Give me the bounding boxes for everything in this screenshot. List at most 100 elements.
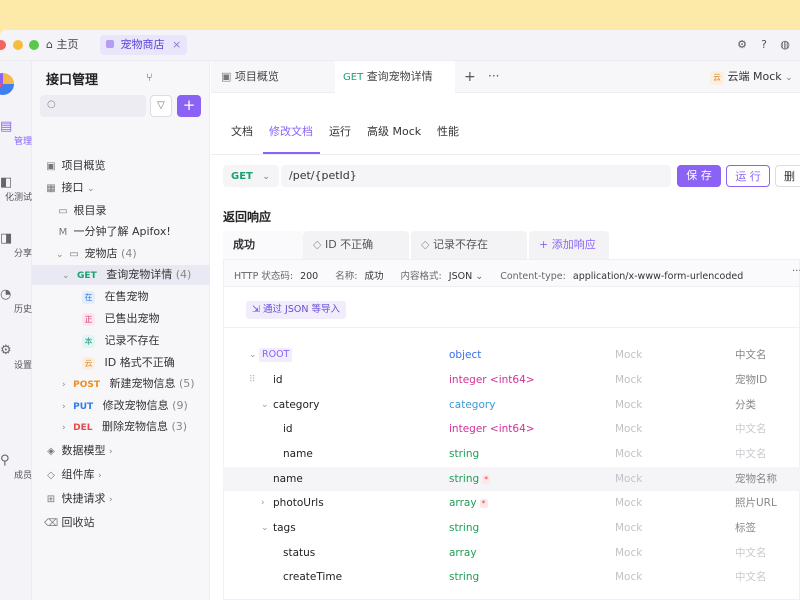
field-mock[interactable]: Mock [615,541,642,565]
field-name[interactable]: id [283,417,293,441]
field-mock[interactable]: Mock [615,343,642,367]
sidebar-item-post-pet[interactable]: › POST 新建宠物信息 (5) [32,374,210,394]
schema-row[interactable]: name string * Mock 宠物名称 [223,467,800,491]
field-type[interactable]: integer <int64> [449,368,535,392]
tab-home[interactable]: ⌂ 主页 [40,35,84,55]
sidebar-item-example-badid[interactable]: 云 ID 格式不正确 [32,353,210,373]
sidebar-item-get-pet[interactable]: ⌄ GET 查询宠物详情 (4) [32,265,210,285]
schema-row[interactable]: name string Mock 中文名 [223,442,800,466]
help-icon[interactable]: ? [757,38,771,52]
content-type-value[interactable]: application/x-www-form-urlencoded [573,271,743,282]
sidebar-item-petstore[interactable]: ⌄ ▭ 宠物店 (4) [32,244,210,264]
settings-icon[interactable]: ⚙ [735,38,749,52]
sidebar-item-apis[interactable]: ▦ 接口 ⌄ [32,178,210,198]
field-name[interactable]: status [283,541,315,565]
field-name[interactable]: createTime [283,565,342,589]
field-mock[interactable]: Mock [615,565,642,589]
field-type-wrap[interactable]: string * [449,467,491,492]
add-response-button[interactable]: + 添加响应 [529,231,609,259]
sidebar-item-example-notfound[interactable]: 本 记录不存在 [32,331,210,351]
schema-row[interactable]: › photoUrls array * Mock 照片URL [223,491,800,515]
field-mock[interactable]: Mock [615,368,642,392]
method-select[interactable]: GET ⌄ [223,165,279,187]
field-name[interactable]: photoUrls [273,491,324,515]
status-code-value[interactable]: 200 [300,271,318,282]
field-type[interactable]: string [449,442,479,466]
field-type[interactable]: category [449,393,495,417]
sidebar-item-delete-pet[interactable]: › DEL 删除宠物信息 (3) [32,417,210,437]
rail-item-testing[interactable]: ◧ 化测试 [0,175,32,203]
close-tab-icon[interactable]: × [172,38,181,51]
tab-overview[interactable]: ▣ 项目概览 [221,61,279,93]
subtab-run[interactable]: 运行 [329,123,351,139]
url-input[interactable]: /pet/{petId} [281,165,671,187]
import-json-button[interactable]: ⇲ 通过 JSON 等导入 [246,301,346,319]
sidebar-item-example-onsale[interactable]: 在 在售宠物 [32,287,210,307]
delete-button[interactable]: 删 [775,165,800,187]
minimize-window-button[interactable] [13,40,23,50]
search-input[interactable]: ○ [40,95,146,117]
response-tab-400[interactable]: ◇ ID 不正确 (400) [303,231,409,279]
field-cn-name[interactable]: 标签 [735,516,756,540]
field-name[interactable]: ROOT [259,348,293,362]
field-type[interactable]: object [449,343,481,367]
field-type[interactable]: integer <int64> [449,417,535,441]
maximize-window-button[interactable] [29,40,39,50]
response-tab-200[interactable]: 成功（200） [223,231,303,279]
field-cn-name[interactable]: 宠物ID [735,368,767,392]
sidebar-item-components[interactable]: ◇ 组件库 › [32,465,210,485]
field-type[interactable]: array [449,497,477,509]
field-type[interactable]: string [449,565,479,589]
sidebar-item-quick-requests[interactable]: ⊞ 快捷请求 › [32,489,210,509]
add-button[interactable]: + [177,95,201,117]
field-cn-name[interactable]: 照片URL [735,491,777,515]
schema-row[interactable]: ⌄ tags string Mock 标签 [223,516,800,540]
schema-row[interactable]: createTime string Mock 中文名 [223,565,800,589]
sidebar-item-trash[interactable]: ⌫ 回收站 [32,513,210,533]
tab-project[interactable]: 宠物商店 × [100,35,188,55]
field-mock[interactable]: Mock [615,467,642,491]
field-cn-name[interactable]: 中文名 [735,565,767,589]
field-type[interactable]: string [449,473,479,485]
field-cn-name[interactable]: 宠物名称 [735,467,777,491]
field-mock[interactable]: Mock [615,516,642,540]
sidebar-item-root[interactable]: ▭ 根目录 [32,201,210,221]
field-name[interactable]: category [273,393,319,417]
response-tab-404[interactable]: ◇ 记录不存在 (404) [411,231,527,279]
field-name[interactable]: name [273,467,303,491]
more-icon[interactable]: ··· [792,266,800,277]
field-cn-name[interactable]: 中文名 [735,541,767,565]
tab-get-pet[interactable]: GET 查询宠物详情 [335,61,455,93]
account-icon[interactable]: ◍ [778,38,792,52]
environment-selector[interactable]: 云 云端 Mock ⌄ [704,66,800,88]
field-type-wrap[interactable]: array * [449,491,488,516]
sidebar-item-example-sold[interactable]: 正 已售出宠物 [32,309,210,329]
subtab-performance[interactable]: 性能 [437,123,459,139]
schema-row[interactable]: ⠿ id integer <int64> Mock 宠物ID [223,368,800,392]
more-tabs-icon[interactable]: ··· [488,69,499,83]
format-value[interactable]: JSON [449,271,472,282]
field-name[interactable]: id [273,368,283,392]
subtab-advanced-mock[interactable]: 高级 Mock [367,123,421,139]
field-name[interactable]: name [283,442,313,466]
rail-item-share[interactable]: ◨ 分享 [0,231,32,259]
subtab-edit-docs[interactable]: 修改文档 [269,123,313,139]
add-tab-icon[interactable]: + [464,69,476,85]
field-cn-name[interactable]: 中文名 [735,442,767,466]
field-cn-name[interactable]: 中文名 [735,417,767,441]
schema-row[interactable]: id integer <int64> Mock 中文名 [223,417,800,441]
sidebar-item-put-pet[interactable]: › PUT 修改宠物信息 (9) [32,396,210,416]
field-mock[interactable]: Mock [615,491,642,515]
name-value[interactable]: 成功 [364,271,383,282]
field-mock[interactable]: Mock [615,393,642,417]
sidebar-item-intro-doc[interactable]: M 一分钟了解 Apifox! [32,222,210,242]
field-mock[interactable]: Mock [615,442,642,466]
field-mock[interactable]: Mock [615,417,642,441]
subtab-docs[interactable]: 文档 [231,123,253,139]
drag-handle-icon[interactable]: ⠿ [249,368,256,392]
rail-item-settings[interactable]: ⚙ 设置 [0,343,32,371]
schema-row[interactable]: status array Mock 中文名 [223,541,800,565]
field-type[interactable]: string [449,516,479,540]
field-cn-name[interactable]: 中文名 [735,343,767,367]
field-cn-name[interactable]: 分类 [735,393,756,417]
